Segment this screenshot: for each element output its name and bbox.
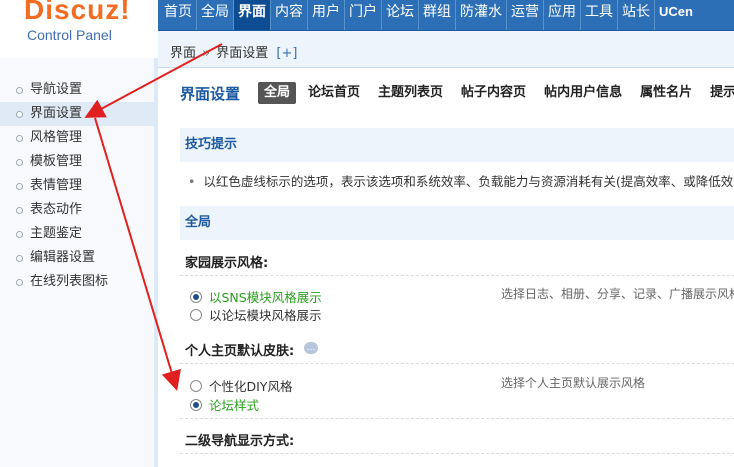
setting-title-personal-skin: 个人主页默认皮肤: bbox=[185, 344, 295, 359]
tab-prompts[interactable]: 提示 bbox=[704, 82, 734, 104]
option-label: 论坛样式 bbox=[209, 398, 260, 413]
option-label: 以SNS模块风格展示 bbox=[209, 290, 322, 305]
radio-unchecked-icon[interactable] bbox=[190, 379, 202, 392]
tab-forum-home[interactable]: 论坛首页 bbox=[302, 82, 366, 104]
section-heading-global: 全局 bbox=[180, 206, 734, 240]
divider bbox=[180, 453, 734, 454]
radio-home-sns-style[interactable]: 以SNS模块风格展示 bbox=[190, 287, 322, 306]
divider bbox=[180, 418, 734, 419]
option-label: 个性化DIY风格 bbox=[209, 379, 293, 394]
radio-skin-forum[interactable]: 论坛样式 bbox=[190, 395, 259, 414]
topnav-antispam[interactable]: 防灌水 bbox=[455, 0, 506, 30]
sidebar: 导航设置 界面设置 风格管理 模板管理 表情管理 表态动作 主题鉴定 编辑器设置… bbox=[0, 58, 158, 467]
breadcrumb: 界面 » 界面设置 [+] bbox=[170, 42, 297, 61]
breadcrumb-current: 界面设置 bbox=[216, 46, 269, 61]
topnav-portal[interactable]: 门户 bbox=[344, 0, 381, 30]
sidebar-item-thread-stamps[interactable]: 主题鉴定 bbox=[0, 222, 154, 246]
topnav-global[interactable]: 全局 bbox=[196, 0, 233, 30]
topnav-home[interactable]: 首页 bbox=[158, 0, 196, 30]
sidebar-item-interface-settings[interactable]: 界面设置 bbox=[0, 102, 154, 126]
setting-hint-personal-skin: 选择个人主页默认展示风格 bbox=[501, 376, 646, 390]
radio-skin-diy[interactable]: 个性化DIY风格 bbox=[190, 376, 292, 395]
sidebar-item-style-manage[interactable]: 风格管理 bbox=[0, 126, 154, 150]
topnav-ucenter[interactable]: UCen bbox=[654, 0, 697, 30]
radio-checked-icon[interactable] bbox=[190, 290, 202, 303]
breadcrumb-root[interactable]: 界面 bbox=[170, 46, 196, 61]
setting-hint-home-style: 选择日志、相册、分享、记录、广播展示风格 bbox=[501, 287, 734, 301]
setting-title-home-style: 家园展示风格: bbox=[185, 256, 269, 271]
tab-post-content[interactable]: 帖子内容页 bbox=[455, 82, 532, 104]
tab-thread-list[interactable]: 主题列表页 bbox=[372, 82, 449, 104]
sidebar-item-smiley-manage[interactable]: 表情管理 bbox=[0, 174, 154, 198]
radio-home-forum-style[interactable]: 以论坛模块风格展示 bbox=[190, 305, 322, 324]
topnav-apps[interactable]: 应用 bbox=[543, 0, 580, 30]
sidebar-item-reactions[interactable]: 表态动作 bbox=[0, 198, 154, 222]
topnav-content[interactable]: 内容 bbox=[270, 0, 307, 30]
breadcrumb-separator: » bbox=[202, 46, 211, 61]
topnav-forum[interactable]: 论坛 bbox=[381, 0, 418, 30]
topnav-operations[interactable]: 运营 bbox=[506, 0, 543, 30]
tab-global[interactable]: 全局 bbox=[258, 82, 297, 104]
tab-profile-card[interactable]: 属性名片 bbox=[634, 82, 698, 104]
radio-unchecked-icon[interactable] bbox=[190, 308, 202, 321]
divider bbox=[180, 363, 734, 364]
setting-title-subnav-mode: 二级导航显示方式: bbox=[185, 434, 295, 449]
tab-post-user-info[interactable]: 帖内用户信息 bbox=[538, 82, 628, 104]
topnav-groups[interactable]: 群组 bbox=[418, 0, 455, 30]
tips-heading: 技巧提示 bbox=[180, 128, 734, 162]
option-label: 以论坛模块风格展示 bbox=[209, 308, 322, 323]
page-title: 界面设置 bbox=[180, 85, 241, 103]
divider bbox=[180, 275, 734, 276]
tips-text: 以红色虚线标示的选项，表示该选项和系统效率、负载能力与资源消耗有关(提高效率、或… bbox=[203, 174, 734, 189]
sidebar-item-editor-settings[interactable]: 编辑器设置 bbox=[0, 246, 154, 270]
main-content: 界面设置 全局 论坛首页 主题列表页 帖子内容页 帖内用户信息 属性名片 提示 … bbox=[162, 69, 734, 467]
add-shortcut-button[interactable]: [+] bbox=[276, 46, 297, 61]
logo: Discuz! Control Panel bbox=[0, 0, 158, 58]
breadcrumb-bar: 界面 » 界面设置 [+] bbox=[158, 31, 734, 68]
bullet-icon: • bbox=[188, 174, 196, 189]
radio-checked-icon[interactable] bbox=[190, 398, 202, 411]
topnav-webmaster[interactable]: 站长 bbox=[617, 0, 654, 30]
tips-text-row: • 以红色虚线标示的选项，表示该选项和系统效率、负载能力与资源消耗有关(提高效率、… bbox=[188, 171, 734, 190]
topnav-users[interactable]: 用户 bbox=[307, 0, 344, 30]
sidebar-item-online-icons[interactable]: 在线列表图标 bbox=[0, 270, 154, 294]
help-bubble-icon[interactable]: … bbox=[304, 342, 318, 354]
tab-bar: 全局 论坛首页 主题列表页 帖子内容页 帖内用户信息 属性名片 提示 bbox=[258, 82, 734, 104]
logo-subtitle: Control Panel bbox=[27, 27, 112, 43]
sidebar-item-nav-settings[interactable]: 导航设置 bbox=[0, 78, 154, 102]
sidebar-item-template-manage[interactable]: 模板管理 bbox=[0, 150, 154, 174]
topnav-interface[interactable]: 界面 bbox=[233, 0, 270, 30]
topnav-tools[interactable]: 工具 bbox=[580, 0, 617, 30]
logo-wordmark: Discuz! bbox=[24, 0, 131, 25]
top-nav: 首页 全局 界面 内容 用户 门户 论坛 群组 防灌水 运营 应用 工具 站长 … bbox=[158, 0, 734, 31]
